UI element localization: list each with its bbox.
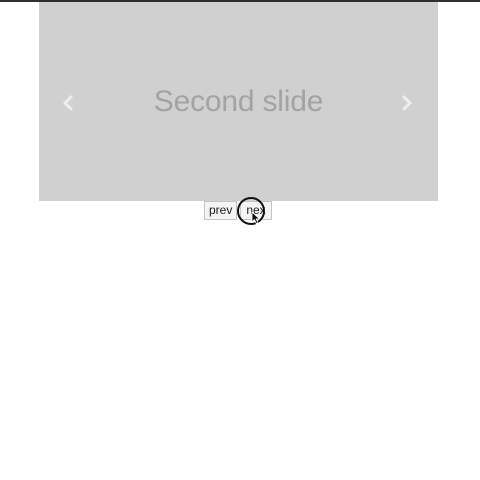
carousel: Second slide <box>39 2 438 201</box>
prev-button[interactable]: prev <box>204 201 237 220</box>
chevron-right-icon <box>398 92 416 114</box>
next-button[interactable]: nex <box>240 201 272 220</box>
slide-caption: Second slide <box>153 85 324 118</box>
carousel-next-control[interactable] <box>398 92 416 114</box>
chevron-left-icon <box>59 92 77 114</box>
carousel-prev-control[interactable] <box>59 92 77 114</box>
